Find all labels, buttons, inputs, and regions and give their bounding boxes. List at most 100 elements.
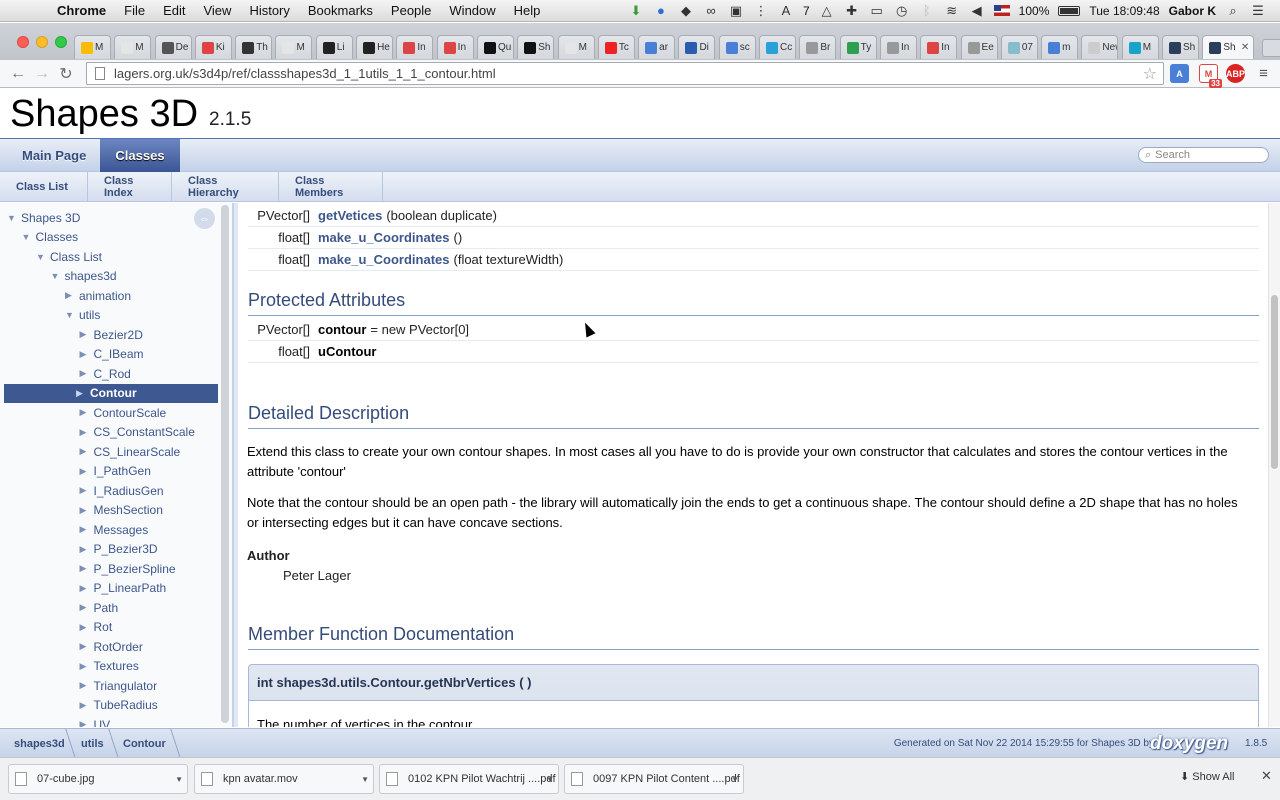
airplay-icon[interactable]: ▭ xyxy=(869,3,885,19)
collapsed-arrow-icon[interactable]: ▶ xyxy=(80,544,92,555)
tab-class-hierarchy[interactable]: Class Hierarchy xyxy=(172,172,279,202)
spotlight-search-icon[interactable]: ⌕ xyxy=(1225,3,1241,19)
browser-tab[interactable]: Ty xyxy=(839,35,877,59)
browser-tab[interactable]: ar xyxy=(638,35,676,59)
new-tab-button[interactable] xyxy=(1261,39,1280,57)
tree-item[interactable]: ▶ MeshSection xyxy=(80,501,163,520)
collapsed-arrow-icon[interactable]: ▶ xyxy=(80,524,92,535)
active-browser-tab[interactable]: Sh ✕ xyxy=(1202,35,1255,59)
chevron-down-icon[interactable]: ▼ xyxy=(546,775,554,784)
time-machine-icon[interactable]: ◷ xyxy=(894,3,910,19)
translate-extension-icon[interactable]: A xyxy=(1170,64,1189,83)
window-zoom-button[interactable] xyxy=(55,36,67,48)
dropbox-icon[interactable]: ◆ xyxy=(678,3,694,19)
tab-main-page[interactable]: Main Page xyxy=(0,139,108,172)
tree-item[interactable]: ▶ TubeRadius xyxy=(80,696,158,715)
grid-icon[interactable]: ⋮ xyxy=(753,3,769,19)
collapsed-arrow-icon[interactable]: ▶ xyxy=(80,622,92,633)
expanded-arrow-icon[interactable]: ▼ xyxy=(51,271,63,281)
browser-tab[interactable]: In xyxy=(396,35,434,59)
glasses-icon[interactable]: ∞ xyxy=(703,3,719,18)
collapsed-arrow-icon[interactable]: ▶ xyxy=(80,583,92,594)
collapsed-arrow-icon[interactable]: ▶ xyxy=(80,466,92,477)
collapsed-arrow-icon[interactable]: ▶ xyxy=(80,680,92,691)
collapsed-arrow-icon[interactable]: ▶ xyxy=(80,563,92,574)
collapsed-arrow-icon[interactable]: ▶ xyxy=(80,427,92,438)
tree-item[interactable]: ▶ P_LinearPath xyxy=(80,579,167,598)
collapsed-arrow-icon[interactable]: ▶ xyxy=(80,719,92,727)
forward-button[interactable]: → xyxy=(30,65,54,83)
tree-item[interactable]: ▶ Textures xyxy=(80,657,139,676)
browser-tab[interactable]: M xyxy=(275,35,313,59)
volume-icon[interactable]: ◀ xyxy=(969,3,985,19)
browser-tab[interactable]: Ki xyxy=(194,35,232,59)
browser-tab[interactable]: In xyxy=(920,35,958,59)
tab-class-members[interactable]: Class Members xyxy=(279,172,383,202)
collapsed-arrow-icon[interactable]: ▶ xyxy=(80,505,92,516)
bluetooth-icon[interactable]: ᛒ xyxy=(919,3,935,18)
window-minimize-button[interactable] xyxy=(36,36,48,48)
adblock-extension-icon[interactable]: ABP xyxy=(1226,64,1245,83)
browser-tab[interactable]: De xyxy=(154,35,192,59)
tab-class-index[interactable]: Class Index xyxy=(88,172,172,202)
browser-tab[interactable]: M xyxy=(74,35,111,59)
back-button[interactable]: ← xyxy=(6,65,30,83)
collapsed-arrow-icon[interactable]: ▶ xyxy=(80,446,92,457)
chrome-menu-icon[interactable]: ≡ xyxy=(1254,64,1273,83)
breadcrumb-contour[interactable]: Contour xyxy=(123,729,166,758)
browser-tab[interactable]: Ee xyxy=(960,35,998,59)
collapsed-arrow-icon[interactable]: ▶ xyxy=(65,290,77,301)
tree-item[interactable]: ▶ Rot xyxy=(80,618,113,637)
menu-help[interactable]: Help xyxy=(505,3,550,18)
doxygen-logo[interactable]: doxygen xyxy=(1150,733,1228,755)
browser-tab[interactable]: In xyxy=(879,35,917,59)
collapsed-arrow-icon[interactable]: ▶ xyxy=(76,388,88,399)
collapsed-arrow-icon[interactable]: ▶ xyxy=(80,661,92,672)
browser-tab[interactable]: M xyxy=(557,35,595,59)
tree-item[interactable]: ▶ P_Bezier3D xyxy=(80,540,158,559)
user-name[interactable]: Gabor K xyxy=(1169,4,1216,18)
member-name[interactable]: getVetices xyxy=(318,208,382,223)
browser-tab[interactable]: M xyxy=(114,35,152,59)
tab-close-icon[interactable]: ✕ xyxy=(1241,42,1253,53)
browser-tab[interactable]: M xyxy=(1121,35,1159,59)
sidebar-scrollbar[interactable] xyxy=(221,205,229,723)
menu-window[interactable]: Window xyxy=(440,3,504,18)
tab-class-list[interactable]: Class List xyxy=(0,172,88,202)
adobe-icon[interactable]: A xyxy=(778,3,794,18)
expanded-arrow-icon[interactable]: ▼ xyxy=(65,310,77,320)
collapsed-arrow-icon[interactable]: ▶ xyxy=(80,349,92,360)
tree-item[interactable]: ▼ Shapes 3D xyxy=(7,208,80,227)
expanded-arrow-icon[interactable]: ▼ xyxy=(22,232,34,242)
download-item[interactable]: 07-cube.jpg ▼ xyxy=(8,764,188,794)
collapsed-arrow-icon[interactable]: ▶ xyxy=(80,700,92,711)
collapsed-arrow-icon[interactable]: ▶ xyxy=(80,368,92,379)
collapsed-arrow-icon[interactable]: ▶ xyxy=(80,602,92,613)
tree-item[interactable]: ▼ shapes3d xyxy=(51,267,117,286)
browser-tab[interactable]: New xyxy=(1081,35,1119,59)
window-close-button[interactable] xyxy=(17,36,29,48)
show-all-downloads-button[interactable]: ⬇ Show All xyxy=(1180,770,1234,783)
tree-item[interactable]: ▶ P_BezierSpline xyxy=(80,559,176,578)
close-downloads-icon[interactable]: ✕ xyxy=(1261,768,1272,784)
menu-history[interactable]: History xyxy=(240,3,298,18)
tree-item[interactable]: ▶ Bezier2D xyxy=(80,325,143,344)
browser-tab[interactable]: Tc xyxy=(597,35,635,59)
sync-toggle-icon[interactable]: ⇔ xyxy=(194,208,215,229)
browser-tab[interactable]: Li xyxy=(315,35,353,59)
download-item[interactable]: 0097 KPN Pilot Content ....pdf ▼ xyxy=(564,764,744,794)
plus-icon[interactable]: ✚ xyxy=(844,3,860,19)
tree-item[interactable]: ▶ Path xyxy=(80,598,119,617)
tree-item[interactable]: ▶ UV xyxy=(80,715,111,728)
menu-people[interactable]: People xyxy=(382,3,440,18)
tree-item[interactable]: ▶ CS_ConstantScale xyxy=(80,423,195,442)
browser-tab[interactable]: sc xyxy=(718,35,756,59)
tree-item[interactable]: ▶ I_PathGen xyxy=(80,462,151,481)
browser-tab[interactable]: Th xyxy=(235,35,273,59)
input-source-flag-icon[interactable] xyxy=(993,5,1010,16)
tree-item[interactable]: ▶ animation xyxy=(65,286,131,305)
tree-item[interactable]: ▶ CS_LinearScale xyxy=(80,442,181,461)
tree-item[interactable]: ▶ C_IBeam xyxy=(80,345,144,364)
browser-tab[interactable]: Sh xyxy=(1162,35,1200,59)
menu-app-chrome[interactable]: Chrome xyxy=(48,3,115,18)
